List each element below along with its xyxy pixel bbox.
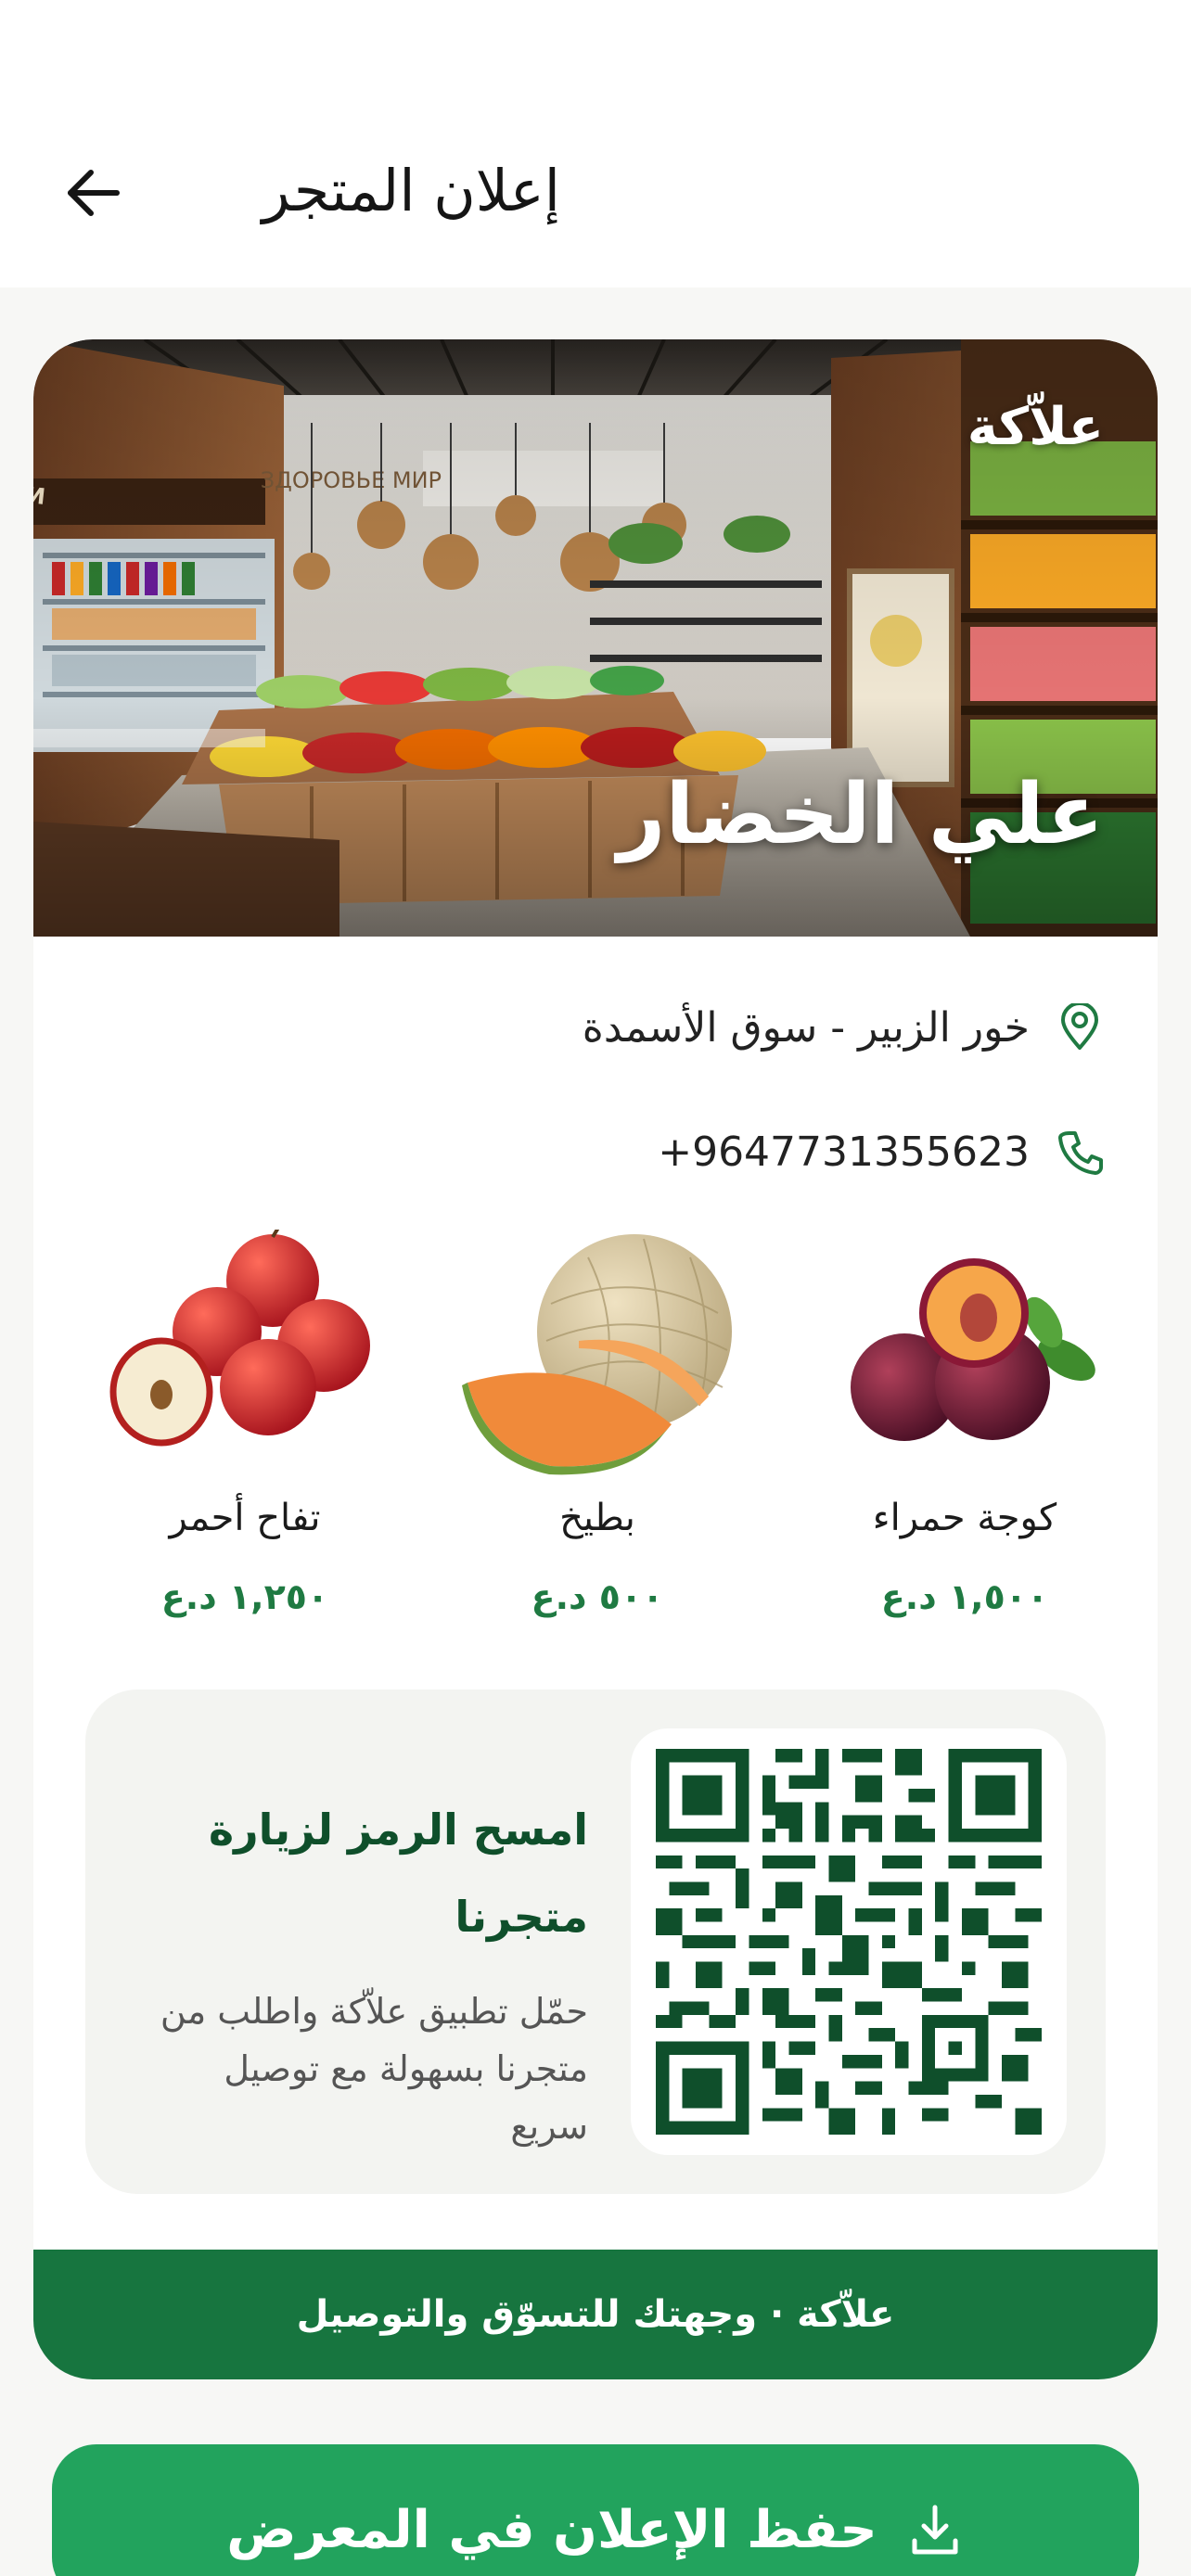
store-ad-card: ОЗКА НАПИТКИ [33,339,1158,2379]
product-list: كوجة حمراء ١,٥٠٠ د.ع بطيخ ٥٠٠ د.ع تفاح أ… [78,1230,1113,1617]
product-name: تفاح أحمر [169,1497,321,1539]
store-name: علي الخضار [617,766,1104,863]
melon-image [462,1234,732,1475]
banner-text: علاّكة · وجهتك للتسوّق والتوصيل [296,2293,895,2336]
back-button[interactable] [48,148,137,237]
product-name: بطيخ [559,1497,635,1539]
store-location-text: خور الزبير - سوق الأسمدة [582,1003,1030,1052]
brand-banner: علاّكة · وجهتك للتسوّق والتوصيل [33,2250,1158,2379]
product-card[interactable]: كوجة حمراء ١,٥٠٠ د.ع [816,1230,1113,1617]
save-ad-button[interactable]: حفظ الإعلان في المعرض [52,2444,1139,2576]
phone-icon [1054,1126,1106,1178]
page-title: إعلان المتجر [262,157,560,224]
product-name: كوجة حمراء [872,1497,1057,1539]
qr-section: امسح الرمز لزيارة متجرنا حمّل تطبيق علاّ… [85,1690,1106,2194]
product-price: ١,٥٠٠ د.ع [880,1576,1049,1617]
apple-image [109,1230,370,1447]
qr-description: حمّل تطبيق علاّكة واطلب من متجرنا بسهولة… [160,1991,588,2147]
qr-title: امسح الرمز لزيارة متجرنا [208,1804,588,1942]
qr-code-container [631,1728,1067,2155]
store-phone-row[interactable]: +9647731355623 [658,1126,1106,1178]
store-location-row: خور الزبير - سوق الأسمدة [583,1001,1106,1053]
map-pin-icon [1054,1001,1106,1053]
save-ad-label: حفظ الإعلان في المعرض [226,2500,877,2560]
store-phone-text: +9647731355623 [658,1128,1030,1176]
product-card[interactable]: بطيخ ٥٠٠ د.ع [449,1230,746,1617]
plum-image [851,1258,1095,1441]
qr-code[interactable] [656,1749,1042,2135]
arrow-left-icon [68,170,120,216]
app-header: إعلان المتجر [0,0,1191,287]
brand-logo-text: علاّكة [967,397,1104,457]
product-price: ٥٠٠ د.ع [531,1576,664,1617]
product-card[interactable]: تفاح أحمر ١,٢٥٠ د.ع [96,1230,393,1617]
store-hero-image: ОЗКА НАПИТКИ [33,339,1158,937]
product-price: ١,٢٥٠ د.ع [160,1576,329,1617]
download-icon [905,2500,965,2559]
